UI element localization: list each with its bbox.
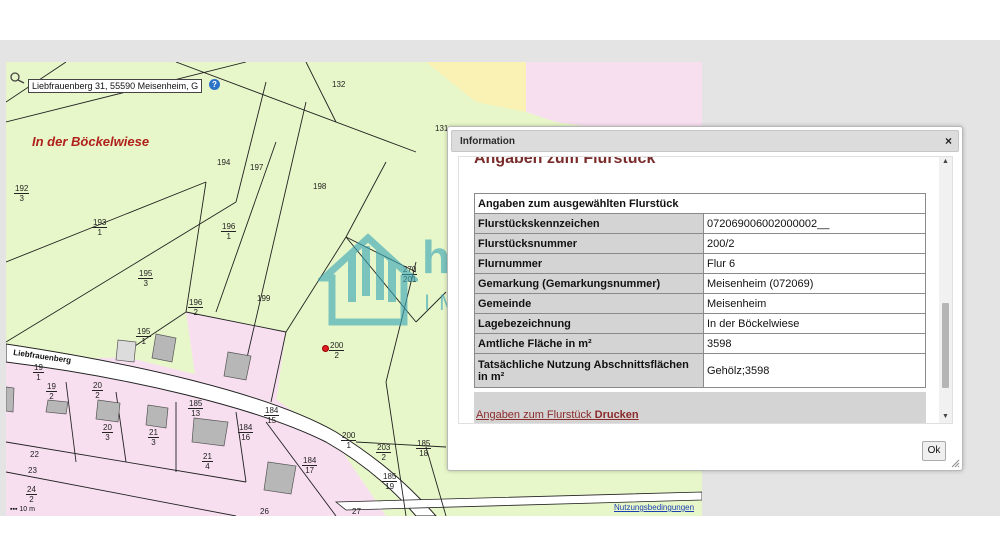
table-heading: Angaben zum ausgewählten Flurstück xyxy=(474,193,926,214)
parcel-label: 20 3 xyxy=(102,423,113,442)
row-key: Lagebezeichnung xyxy=(474,313,704,334)
row-key: Tatsächliche Nutzung Abschnittsflächen i… xyxy=(474,353,704,388)
parcel-label: 195 3 xyxy=(138,269,154,288)
parcel-number: 197 xyxy=(250,163,264,172)
usage-terms-link[interactable]: Nutzungsbedingungen xyxy=(614,503,694,512)
close-icon[interactable]: × xyxy=(945,134,952,148)
parcel-label: 193 1 xyxy=(92,218,108,237)
table-row: Flurstücksnummer 200/2 xyxy=(474,233,926,254)
scroll-up-icon[interactable]: ▲ xyxy=(942,158,949,165)
row-value: Meisenheim xyxy=(703,293,926,314)
information-dialog: Information × Angaben zum Flurstück Anga… xyxy=(447,126,963,471)
parcel-number: 194 xyxy=(217,158,231,167)
parcel-label: 21 4 xyxy=(202,452,213,471)
row-key: Gemarkung (Gemarkungsnummer) xyxy=(474,273,704,294)
parcel-label: 184 17 xyxy=(302,456,318,475)
area-name-label: In der Böckelwiese xyxy=(32,134,150,149)
parcel-info-table: Angaben zum ausgewählten Flurstück Flurs… xyxy=(474,193,926,388)
parcel-label: 196 1 xyxy=(221,222,237,241)
print-link[interactable]: Angaben zum Flurstück Drucken xyxy=(476,409,639,421)
row-key: Amtliche Fläche in m² xyxy=(474,333,704,354)
parcel-label: 19 1 xyxy=(33,363,44,382)
parcel-number: 198 xyxy=(313,182,327,191)
parcel-label: 192 3 xyxy=(14,184,30,203)
resize-handle-icon[interactable] xyxy=(951,459,960,468)
row-value: Meisenheim (072069) xyxy=(703,273,926,294)
ok-button[interactable]: Ok xyxy=(922,441,946,461)
parcel-label: 200 1 xyxy=(341,431,357,450)
dialog-title: Information xyxy=(460,136,515,147)
row-value: Gehölz;3598 xyxy=(703,353,926,388)
row-value: 200/2 xyxy=(703,233,926,254)
parcel-label-selected: 200 2 xyxy=(329,341,345,360)
parcel-number: 27 xyxy=(352,507,361,516)
row-value: 3598 xyxy=(703,333,926,354)
parcel-label: 184 16 xyxy=(238,423,254,442)
row-value: 072069006002000002__ xyxy=(703,213,926,234)
parcel-number: 199 xyxy=(257,294,271,303)
section-title: Angaben zum Flurstück xyxy=(474,156,656,167)
parcel-label: 270 201 xyxy=(402,265,418,284)
parcel-number: 22 xyxy=(30,450,39,459)
table-row: Flurstückskennzeichen 072069006002000002_… xyxy=(474,213,926,234)
print-row: Angaben zum Flurstück Drucken xyxy=(474,392,926,423)
table-row: Tatsächliche Nutzung Abschnittsflächen i… xyxy=(474,353,926,388)
parcel-label: 196 2 xyxy=(188,298,204,317)
table-row: Gemeinde Meisenheim xyxy=(474,293,926,314)
parcel-number: 26 xyxy=(260,507,269,516)
row-value: Flur 6 xyxy=(703,253,926,274)
table-row: Flurnummer Flur 6 xyxy=(474,253,926,274)
parcel-label: 185 18 xyxy=(416,439,432,458)
parcel-label: 185 19 xyxy=(382,472,398,491)
map-tools-icon[interactable] xyxy=(10,70,26,84)
scroll-down-icon[interactable]: ▼ xyxy=(942,413,949,420)
row-key: Flurstückskennzeichen xyxy=(474,213,704,234)
bottom-band xyxy=(0,516,1000,556)
parcel-label: 19 2 xyxy=(46,382,57,401)
table-row: Gemarkung (Gemarkungsnummer) Meisenheim (… xyxy=(474,273,926,294)
scale-bar: ▪▪▪ 10 m xyxy=(10,506,35,513)
row-key: Flurnummer xyxy=(474,253,704,274)
address-search-field[interactable]: Liebfrauenberg 31, 55590 Meisenheim, G xyxy=(28,79,203,93)
table-row: Lagebezeichnung In der Böckelwiese xyxy=(474,313,926,334)
parcel-number: 23 xyxy=(28,466,37,475)
table-row: Amtliche Fläche in m² 3598 xyxy=(474,333,926,354)
parcel-label: 24 2 xyxy=(26,485,37,504)
parcel-label: 185 13 xyxy=(188,399,204,418)
scroll-thumb[interactable] xyxy=(942,303,949,388)
dialog-title-bar[interactable]: Information × xyxy=(451,130,959,152)
parcel-label: 203 2 xyxy=(376,443,392,462)
parcel-label: 21 3 xyxy=(148,428,159,447)
parcel-label: 184 15 xyxy=(264,406,280,425)
parcel-number: 132 xyxy=(332,80,346,89)
parcel-label: 20 2 xyxy=(92,381,103,400)
help-icon[interactable]: ? xyxy=(209,79,220,90)
vertical-scrollbar[interactable]: ▲ ▼ xyxy=(939,157,952,423)
top-band xyxy=(0,0,1000,40)
dialog-content[interactable]: Angaben zum Flurstück Angaben zum ausgew… xyxy=(458,156,953,424)
row-key: Flurstücksnummer xyxy=(474,233,704,254)
table-heading-row: Angaben zum ausgewählten Flurstück xyxy=(474,193,926,214)
row-key: Gemeinde xyxy=(474,293,704,314)
selected-parcel-marker[interactable] xyxy=(322,345,329,352)
row-value: In der Böckelwiese xyxy=(703,313,926,334)
parcel-label: 195 1 xyxy=(136,327,152,346)
